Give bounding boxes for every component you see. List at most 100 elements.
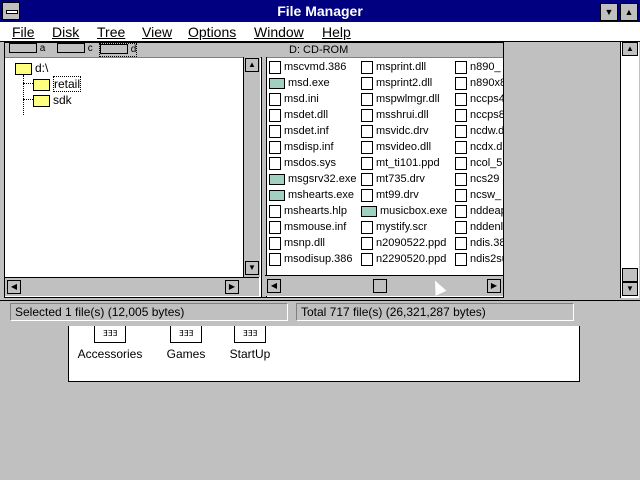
file-item[interactable]: msvideo.dll [361,139,453,155]
file-name: msdos.sys [284,157,336,169]
file-name: nccps8 [470,109,503,121]
file-item[interactable]: msvidc.drv [361,123,453,139]
title-bar[interactable]: File Manager ▼ ▲ [0,0,640,22]
file-item[interactable]: n890x8 [455,75,503,91]
group-icon-startup[interactable]: ƎƎƎ StartUp [215,325,285,361]
file-item[interactable]: msodisup.386 [269,251,361,267]
file-item[interactable]: msd.ini [269,91,361,107]
file-item[interactable]: mystify.scr [361,219,453,235]
file-item[interactable]: ndis2su [455,251,503,267]
menu-disk[interactable]: Disk [52,24,79,40]
file-item[interactable]: nddenl [455,219,503,235]
file-item[interactable]: nddeap [455,203,503,219]
file-item[interactable]: musicbox.exe [361,203,453,219]
scroll-thumb[interactable] [373,279,387,293]
tree-root[interactable]: d:\ [15,61,48,75]
file-item[interactable]: msgsrv32.exe [269,171,361,187]
menu-options[interactable]: Options [188,24,236,40]
document-file-icon [455,204,467,218]
menu-tree[interactable]: Tree [97,24,125,40]
file-item[interactable]: msdet.dll [269,107,361,123]
file-name: msdet.dll [284,109,329,121]
file-item[interactable]: msdos.sys [269,155,361,171]
drive-letter: c [87,43,93,54]
drive-c-button[interactable]: c [57,43,93,55]
file-item[interactable]: mshearts.exe [269,187,361,203]
minimize-button[interactable]: ▼ [600,3,618,21]
file-item[interactable]: msdet.inf [269,123,361,139]
menu-window[interactable]: Window [254,24,304,40]
file-item[interactable]: ncsw_ [455,187,503,203]
file-name: msodisup.386 [284,253,353,265]
file-name: n890_ [470,61,501,73]
file-item[interactable]: msd.exe [269,75,361,91]
window-title: File Manager [277,3,363,19]
tree-vertical-scrollbar[interactable]: ▲ ▼ [243,57,260,277]
scroll-down-arrow-icon[interactable]: ▼ [622,282,638,296]
file-name: msvideo.dll [376,141,432,153]
folder-icon [33,94,50,107]
menu-help[interactable]: Help [322,24,351,40]
document-file-icon [269,140,281,154]
file-item[interactable]: mt_ti101.ppd [361,155,453,171]
file-horizontal-scrollbar[interactable]: ◀ ▶ [265,275,503,296]
file-name: nddenl [470,221,503,233]
group-icon-accessories[interactable]: ƎƎƎ Accessories [75,325,145,361]
file-item[interactable]: ncdx.d [455,139,503,155]
document-file-icon [361,172,373,186]
maximize-button[interactable]: ▲ [620,3,638,21]
file-name: mt_ti101.ppd [376,157,440,169]
document-file-icon [455,252,467,266]
file-manager-window: File Manager ▼ ▲ File Disk Tree View Opt… [0,0,640,326]
status-bar: Selected 1 file(s) (12,005 bytes) Total … [0,300,640,323]
file-item[interactable]: mshearts.hlp [269,203,361,219]
file-item[interactable]: mt735.drv [361,171,453,187]
file-item[interactable]: nccps4 [455,91,503,107]
scroll-right-arrow-icon[interactable]: ▶ [225,280,239,294]
document-file-icon [455,220,467,234]
scroll-left-arrow-icon[interactable]: ◀ [7,280,21,294]
scroll-thumb[interactable] [622,268,638,282]
menu-tree-label: Tree [97,24,126,40]
file-item[interactable]: msmouse.inf [269,219,361,235]
tree-item-retail[interactable]: retail [33,76,82,92]
file-item[interactable]: msshrui.dll [361,107,453,123]
document-file-icon [361,124,373,138]
file-item[interactable]: msdisp.inf [269,139,361,155]
file-item[interactable]: mscvmd.386 [269,59,361,75]
file-item[interactable]: n2090522.ppd [361,235,453,251]
drive-d-button[interactable]: d [99,43,138,57]
file-item[interactable]: ncdw.d [455,123,503,139]
program-file-icon [269,173,285,185]
document-file-icon [269,108,281,122]
file-item[interactable]: ncol_5 [455,155,503,171]
file-item[interactable]: mspwlmgr.dll [361,91,453,107]
scroll-up-arrow-icon[interactable]: ▲ [245,58,259,72]
program-file-icon [361,205,377,217]
scroll-right-arrow-icon[interactable]: ▶ [487,279,501,293]
menu-file[interactable]: File [12,24,35,40]
scroll-up-arrow-icon[interactable]: ▲ [622,42,638,56]
file-item[interactable]: ncs29 [455,171,503,187]
menu-window-label: Window [254,24,304,40]
document-file-icon [269,252,281,266]
document-file-icon [269,220,281,234]
file-name: mshearts.hlp [284,205,347,217]
file-item[interactable]: n890_ [455,59,503,75]
scroll-left-arrow-icon[interactable]: ◀ [267,279,281,293]
file-item[interactable]: msprint.dll [361,59,453,75]
group-icon-games[interactable]: ƎƎƎ Games [151,325,221,361]
file-item[interactable]: msnp.dll [269,235,361,251]
file-item[interactable]: mt99.drv [361,187,453,203]
file-item[interactable]: n2290520.ppd [361,251,453,267]
file-item[interactable]: nccps8 [455,107,503,123]
window-vertical-scrollbar[interactable]: ▲ ▼ [620,42,639,298]
tree-item-sdk[interactable]: sdk [33,93,72,107]
file-item[interactable]: ndis.38 [455,235,503,251]
status-selected: Selected 1 file(s) (12,005 bytes) [10,303,288,321]
drive-a-button[interactable]: a [9,43,45,55]
tree-horizontal-scrollbar[interactable]: ◀ ▶ [5,277,259,296]
menu-view[interactable]: View [142,24,172,40]
scroll-down-arrow-icon[interactable]: ▼ [245,261,259,275]
file-item[interactable]: msprint2.dll [361,75,453,91]
